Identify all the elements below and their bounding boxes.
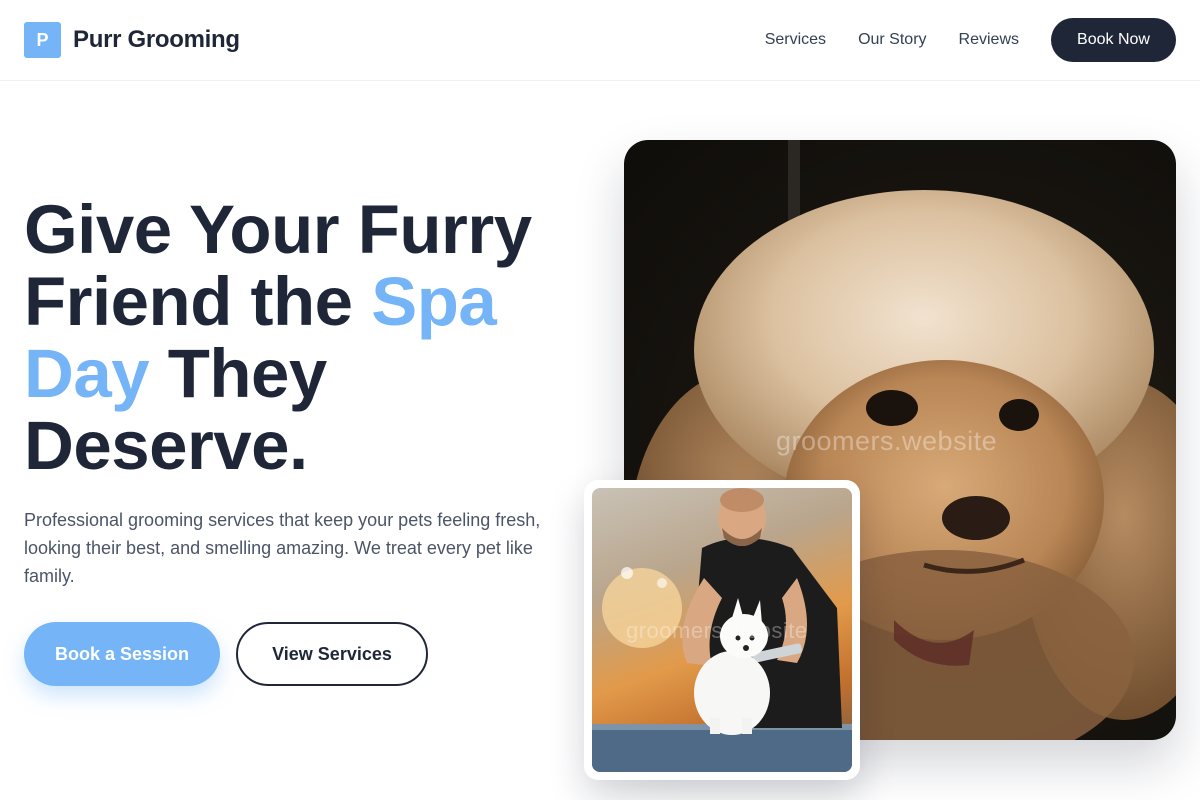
main-photo-watermark: groomers.website [776,426,998,456]
nav-link-reviews[interactable]: Reviews [959,18,1019,62]
brand-name: Purr Grooming [73,26,240,53]
headline-line-1: Give Your Furry [24,191,532,268]
headline-accent-day: Day [24,335,150,412]
site-header: P Purr Grooming Services Our Story Revie… [0,0,1200,81]
book-now-button[interactable]: Book Now [1051,18,1176,62]
headline-line-2-text: Friend the [24,263,372,340]
main-nav: Services Our Story Reviews Book Now [765,18,1176,62]
hero-subtext: Professional grooming services that keep… [24,510,541,586]
headline-accent-spa: Spa [371,263,497,340]
headline-line-3-text: They [149,335,328,412]
nav-link-our-story[interactable]: Our Story [858,18,926,62]
inset-photo-watermark: groomers.website [626,618,808,643]
view-services-button[interactable]: View Services [236,622,428,686]
brand-logo[interactable]: P Purr Grooming [24,22,240,58]
nav-link-services[interactable]: Services [765,18,826,62]
headline-line-4: Deserve. [24,407,308,484]
book-session-button[interactable]: Book a Session [24,622,220,686]
groomer-photo: groomers.website [592,488,852,772]
hero-headline: Give Your Furry Friend the Spa Day They … [24,194,604,482]
inset-photo-card: groomers.website [584,480,860,780]
brand-mark-icon: P [24,22,61,58]
